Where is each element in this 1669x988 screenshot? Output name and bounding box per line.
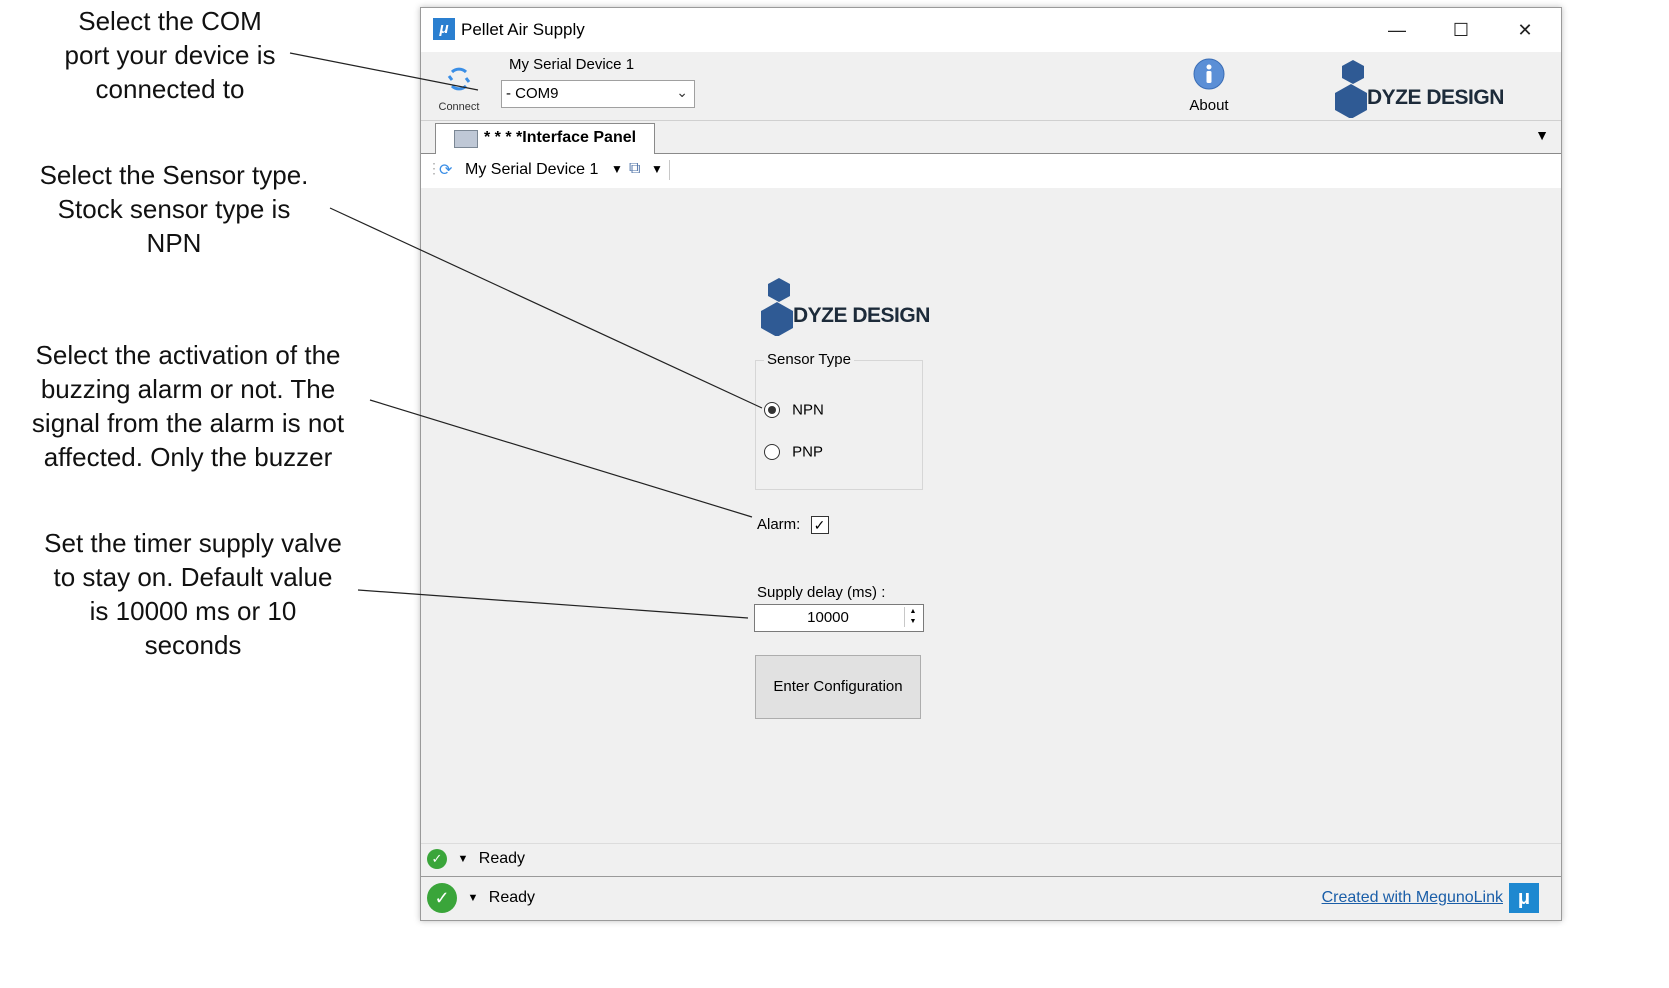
com-port-select[interactable]: - COM9 ⌄ [501, 80, 695, 108]
panel-icon [454, 130, 478, 148]
copy-icon[interactable]: ⧉ [629, 160, 640, 178]
megunolink-credit-link[interactable]: Created with MegunoLink [1322, 889, 1503, 907]
tab-list-dropdown-icon[interactable]: ▼ [1535, 127, 1549, 143]
minimize-button[interactable]: — [1365, 8, 1429, 52]
annotation-timer-text: Set the timer supply valve to stay on. D… [44, 528, 342, 660]
alarm-row: Alarm: ✓ [757, 516, 829, 535]
spin-up-icon[interactable]: ▲ [905, 607, 921, 617]
enter-configuration-button[interactable]: Enter Configuration [755, 655, 921, 719]
panel-toolbar: ⋮ ⟳ My Serial Device 1 ▼ ⧉ ▼ [421, 154, 1561, 188]
radio-pnp-label: PNP [792, 443, 824, 461]
tab-interface-panel[interactable]: * * * *Interface Panel [435, 123, 655, 154]
title-bar: μ Pellet Air Supply — ☐ ✕ [421, 8, 1561, 52]
window-title: Pellet Air Supply [461, 20, 585, 39]
panel-status-bar: ✓ ▼ Ready [421, 843, 1561, 877]
brand-text: DYZE DESIGN [1367, 86, 1504, 109]
sensor-type-group: Sensor Type NPN PNP [755, 351, 923, 490]
alarm-label: Alarm: [757, 516, 801, 533]
maximize-button[interactable]: ☐ [1429, 8, 1493, 52]
annotation-sensor-type: Select the Sensor type. Stock sensor typ… [14, 158, 334, 260]
toolbar-separator [669, 160, 670, 180]
status-dropdown-icon[interactable]: ▼ [457, 853, 468, 865]
supply-delay-label: Supply delay (ms) : [757, 584, 886, 601]
chevron-down-icon: ⌄ [676, 84, 688, 100]
close-button[interactable]: ✕ [1493, 8, 1557, 52]
annotation-sensor-type-text: Select the Sensor type. Stock sensor typ… [39, 160, 309, 258]
supply-delay-value[interactable]: 10000 [755, 609, 901, 626]
spin-down-icon[interactable]: ▼ [905, 617, 921, 627]
panel-brand-text: DYZE DESIGN [793, 304, 930, 327]
about-label: About [1189, 97, 1229, 114]
sensor-type-legend: Sensor Type [764, 351, 854, 368]
check-icon: ✓ [427, 883, 457, 913]
annotation-alarm-text: Select the activation of the buzzing ala… [31, 340, 345, 472]
radio-npn[interactable]: NPN [764, 401, 824, 419]
radio-npn-button[interactable] [764, 402, 780, 419]
radio-npn-label: NPN [792, 401, 824, 419]
connect-label: Connect [438, 101, 480, 113]
annotation-com-port: Select the COM port your device is conne… [40, 4, 300, 106]
alarm-checkbox[interactable]: ✓ [810, 516, 829, 535]
tab-label: * * * *Interface Panel [484, 129, 637, 146]
main-status-text: Ready [488, 889, 536, 906]
connect-icon [447, 67, 471, 91]
annotation-timer: Set the timer supply valve to stay on. D… [22, 526, 364, 662]
connect-button[interactable]: Connect [433, 62, 485, 113]
main-toolbar: Connect My Serial Device 1 - COM9 ⌄ Abou… [421, 52, 1561, 121]
interface-panel: DYZE DESIGN Sensor Type NPN PNP Alarm: ✓… [421, 188, 1561, 843]
dyze-design-logo: DYZE DESIGN [1333, 58, 1504, 123]
main-status-bar: ✓ ▼ Ready Created with MegunoLink μ [421, 877, 1561, 920]
com-port-value: - COM9 [506, 85, 559, 102]
supply-delay-input[interactable]: 10000 ▲ ▼ [754, 604, 924, 632]
annotation-com-port-text: Select the COM port your device is conne… [64, 6, 276, 104]
device-label: My Serial Device 1 [509, 56, 635, 73]
check-icon: ✓ [427, 849, 447, 869]
panel-dyze-design-logo: DYZE DESIGN [759, 276, 930, 341]
tab-strip: * * * *Interface Panel ▼ [421, 121, 1561, 154]
status-dropdown-icon[interactable]: ▼ [467, 892, 478, 904]
copy-dropdown-icon[interactable]: ▼ [651, 162, 663, 176]
annotation-alarm: Select the activation of the buzzing ala… [10, 338, 366, 474]
app-window: μ Pellet Air Supply — ☐ ✕ Connect My Ser… [420, 7, 1562, 921]
app-icon: μ [433, 18, 455, 40]
radio-pnp-button[interactable] [764, 444, 780, 461]
info-icon [1193, 58, 1225, 90]
megunolink-icon[interactable]: μ [1509, 883, 1539, 913]
panel-device-label[interactable]: My Serial Device 1 [465, 161, 598, 179]
about-button[interactable]: About [1185, 58, 1233, 114]
device-dropdown-icon[interactable]: ▼ [611, 162, 623, 176]
panel-status-text: Ready [478, 850, 526, 867]
radio-pnp[interactable]: PNP [764, 443, 823, 461]
spin-buttons: ▲ ▼ [904, 607, 921, 627]
connect-small-icon[interactable]: ⟳ [439, 160, 452, 180]
